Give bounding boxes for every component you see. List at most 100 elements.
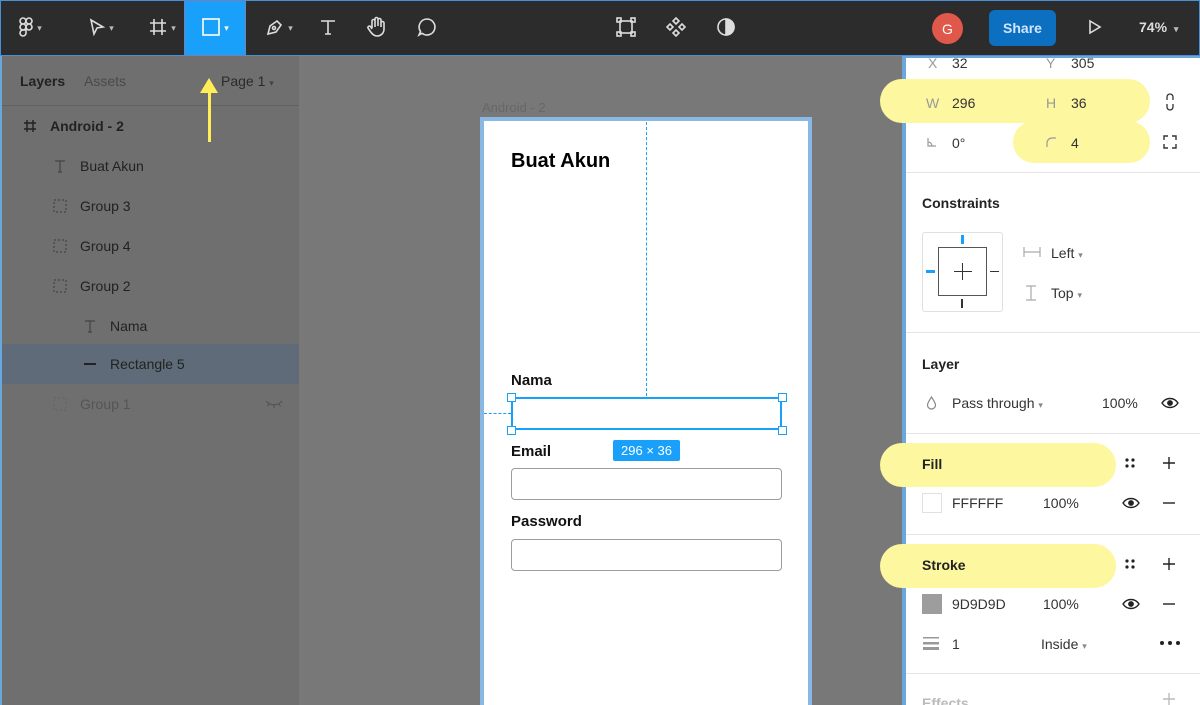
contrast-button[interactable] — [711, 1, 741, 55]
tab-assets[interactable]: Assets — [84, 73, 126, 89]
component-bounds-button[interactable] — [611, 1, 641, 55]
selected-rectangle[interactable] — [511, 397, 782, 430]
divider — [906, 673, 1200, 674]
y-input[interactable]: 305 — [1071, 55, 1094, 71]
styles-grid-icon[interactable] — [1121, 454, 1139, 472]
highlight-fill — [880, 443, 1116, 487]
stroke-hex-input[interactable]: 9D9D9D — [952, 596, 1006, 612]
vertical-constraint-icon — [1025, 285, 1037, 304]
label-nama[interactable]: Nama — [511, 372, 552, 389]
label-email[interactable]: Email — [511, 443, 551, 460]
layer-row[interactable]: Buat Akun — [2, 146, 299, 186]
resize-handle[interactable] — [778, 426, 787, 435]
share-button[interactable]: Share — [989, 10, 1056, 46]
fill-title: Fill — [922, 456, 943, 472]
divider — [906, 534, 1200, 535]
fill-opacity-input[interactable]: 100% — [1043, 495, 1079, 511]
frame-hash-icon — [22, 118, 38, 134]
layer-row[interactable]: Nama — [2, 306, 299, 346]
constraint-left-active[interactable] — [926, 270, 935, 273]
chevron-down-icon: ▾ — [1077, 290, 1082, 300]
present-button[interactable] — [1079, 1, 1109, 55]
add-effect-icon[interactable] — [1160, 693, 1178, 705]
layer-opacity-input[interactable]: 100% — [1102, 395, 1138, 411]
stroke-position-dropdown[interactable]: Inside ▾ — [1041, 636, 1087, 652]
add-fill-icon[interactable] — [1160, 454, 1178, 472]
zoom-menu[interactable]: 74% ▾ — [1139, 19, 1178, 35]
constraint-center-v[interactable] — [962, 263, 963, 280]
add-stroke-icon[interactable] — [1160, 555, 1178, 573]
more-options-icon[interactable] — [1158, 635, 1182, 651]
stroke-swatch[interactable] — [922, 594, 942, 614]
layer-label: Android - 2 — [50, 118, 124, 134]
divider — [906, 332, 1200, 333]
resize-handle[interactable] — [507, 393, 516, 402]
layer-row[interactable]: Group 4 — [2, 226, 299, 266]
pen-tool-button[interactable]: ▾ — [257, 1, 301, 55]
form-title[interactable]: Buat Akun — [511, 150, 610, 173]
rectangle-icon — [201, 17, 221, 40]
text-tool-button[interactable] — [313, 1, 343, 55]
component-bounds-icon — [615, 16, 637, 41]
constraint-bottom[interactable] — [961, 299, 963, 308]
h-label: H — [1046, 95, 1057, 111]
size-badge: 296 × 36 — [613, 440, 680, 461]
page-selector[interactable]: Page 1 ▾ — [221, 73, 274, 89]
group-dashed-icon — [52, 198, 68, 214]
width-input[interactable]: 296 — [952, 95, 975, 111]
label-password[interactable]: Password — [511, 513, 582, 530]
height-input[interactable]: 36 — [1071, 95, 1087, 111]
eye-icon[interactable] — [1121, 494, 1141, 512]
eye-icon[interactable] — [1121, 595, 1141, 613]
fill-swatch[interactable] — [922, 493, 942, 513]
shape-tool-button[interactable]: ▾ — [184, 0, 246, 56]
resize-handle[interactable] — [507, 426, 516, 435]
layer-row-selected[interactable]: Rectangle 5 — [2, 344, 299, 384]
resize-handle[interactable] — [778, 393, 787, 402]
independent-corners-icon[interactable] — [1161, 133, 1179, 151]
pen-icon — [265, 17, 285, 40]
constrain-proportions-icon[interactable] — [1161, 93, 1179, 111]
stroke-weight-input[interactable]: 1 — [952, 636, 960, 652]
layer-row-frame[interactable]: Android - 2 — [2, 106, 299, 146]
guide-line-horizontal — [484, 413, 511, 414]
frame-tool-button[interactable]: ▾ — [139, 1, 185, 55]
constraint-right[interactable] — [990, 271, 999, 272]
layer-title: Layer — [922, 356, 960, 372]
rotation-input[interactable]: 0° — [952, 135, 965, 151]
horizontal-constraint-dropdown[interactable]: Left ▾ — [1051, 245, 1083, 261]
password-field[interactable] — [511, 539, 782, 571]
eye-closed-icon[interactable] — [264, 398, 284, 412]
components-button[interactable] — [661, 1, 691, 55]
toolbar: ▾ ▾ ▾ ▾ ▾ G Share 74% ▾ — [0, 0, 1200, 56]
avatar[interactable]: G — [932, 13, 963, 44]
constraint-center-h[interactable] — [954, 271, 972, 272]
layer-row[interactable]: Group 1 — [2, 384, 299, 424]
blend-mode-dropdown[interactable]: Pass through ▾ — [952, 395, 1043, 411]
x-input[interactable]: 32 — [952, 55, 968, 71]
annotation-arrow-head — [200, 78, 218, 93]
layer-row[interactable]: Group 2 — [2, 266, 299, 306]
fill-hex-input[interactable]: FFFFFF — [952, 495, 1003, 511]
vertical-constraint-value: Top — [1051, 285, 1074, 301]
radius-input[interactable]: 4 — [1071, 135, 1079, 151]
hand-tool-button[interactable] — [361, 1, 393, 55]
frame-label[interactable]: Android - 2 — [482, 100, 546, 115]
main-menu-button[interactable]: ▾ — [9, 1, 51, 55]
eye-icon[interactable] — [1160, 394, 1180, 412]
remove-fill-icon[interactable] — [1160, 494, 1178, 512]
highlight-radius — [1013, 121, 1150, 163]
constraint-top-active[interactable] — [961, 235, 964, 244]
hand-icon — [366, 16, 388, 41]
components-icon — [665, 16, 687, 41]
email-field[interactable] — [511, 468, 782, 500]
comment-tool-button[interactable] — [411, 1, 443, 55]
remove-stroke-icon[interactable] — [1160, 595, 1178, 613]
layer-row[interactable]: Group 3 — [2, 186, 299, 226]
move-tool-button[interactable]: ▾ — [79, 1, 123, 55]
stroke-opacity-input[interactable]: 100% — [1043, 596, 1079, 612]
layer-label: Group 1 — [80, 396, 131, 412]
vertical-constraint-dropdown[interactable]: Top ▾ — [1051, 285, 1082, 301]
styles-grid-icon[interactable] — [1121, 555, 1139, 573]
tab-layers[interactable]: Layers — [20, 73, 65, 89]
